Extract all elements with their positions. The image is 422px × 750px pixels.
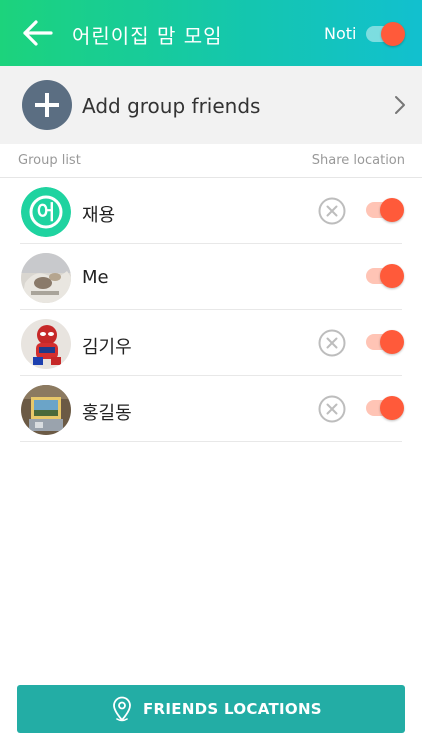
noti-label: Noti bbox=[324, 24, 357, 43]
toggle-knob bbox=[380, 264, 404, 288]
noti-toggle[interactable] bbox=[366, 22, 405, 46]
noti-toggle-knob bbox=[381, 22, 405, 46]
remove-member-icon[interactable] bbox=[318, 329, 346, 357]
add-group-friends-label: Add group friends bbox=[82, 94, 261, 118]
toggle-knob bbox=[380, 198, 404, 222]
share-location-toggle[interactable] bbox=[366, 198, 404, 222]
remove-member-icon[interactable] bbox=[318, 395, 346, 423]
toggle-knob bbox=[380, 396, 404, 420]
avatar bbox=[21, 253, 71, 303]
toggle-knob bbox=[380, 330, 404, 354]
avatar-logo-text: 어 bbox=[37, 200, 55, 224]
page-title: 어린이집 맘 모임 bbox=[72, 24, 223, 48]
plus-icon bbox=[22, 80, 72, 130]
list-item: 홍길동 bbox=[20, 376, 404, 442]
share-location-toggle[interactable] bbox=[366, 396, 404, 420]
chevron-right-icon bbox=[394, 94, 406, 116]
avatar bbox=[21, 319, 71, 369]
group-list-label: Group list bbox=[18, 153, 81, 168]
remove-member-icon[interactable] bbox=[318, 197, 346, 225]
avatar: 어 bbox=[21, 187, 71, 237]
avatar bbox=[21, 385, 71, 435]
app-header: 어린이집 맘 모임 Noti bbox=[0, 0, 422, 66]
location-pin-icon bbox=[111, 696, 133, 722]
friends-locations-button[interactable]: FRIENDS LOCATIONS bbox=[17, 685, 405, 733]
share-location-toggle[interactable] bbox=[366, 264, 404, 288]
member-name: 재용 bbox=[82, 205, 116, 226]
list-item: Me bbox=[20, 244, 404, 310]
add-group-friends-row[interactable]: Add group friends bbox=[0, 66, 422, 144]
member-name: Me bbox=[82, 267, 109, 288]
member-name: 홍길동 bbox=[82, 403, 132, 424]
member-name: 김기우 bbox=[82, 337, 132, 358]
list-item: 어 재용 bbox=[20, 178, 404, 244]
list-item: 김기우 bbox=[20, 310, 404, 376]
share-location-toggle[interactable] bbox=[366, 330, 404, 354]
share-location-label: Share location bbox=[311, 153, 405, 168]
group-list-header: Group list Share location bbox=[0, 150, 422, 178]
back-arrow-icon[interactable] bbox=[22, 18, 54, 48]
friends-locations-label: FRIENDS LOCATIONS bbox=[143, 700, 322, 718]
